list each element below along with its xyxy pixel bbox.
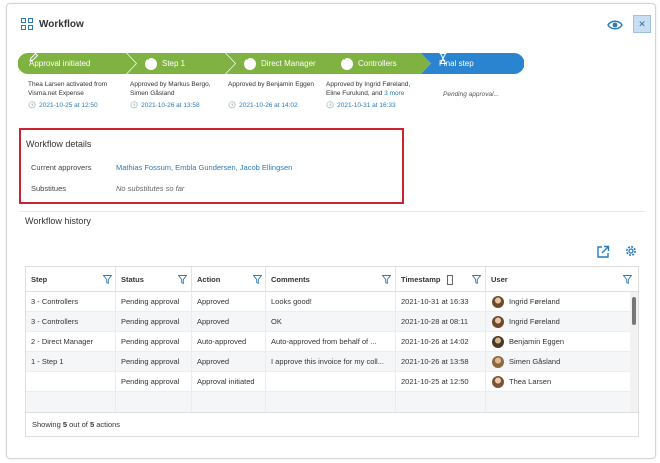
grid-footer: Showing 5 out of 5 actions — [25, 413, 639, 437]
step-label: Step 1 — [162, 59, 186, 68]
step-1[interactable]: Step 1 — [127, 53, 237, 74]
column-comments[interactable]: Comments — [266, 267, 396, 292]
filter-icon[interactable] — [103, 275, 112, 284]
eye-icon — [607, 20, 623, 30]
column-status[interactable]: Status — [116, 267, 192, 292]
user-link[interactable]: Ingrid Føreland — [504, 312, 630, 332]
workflow-stepper: Approval initiated Step 1 Direct Manager… — [18, 53, 524, 74]
table-row-empty — [26, 392, 630, 412]
grid-header: Step Status Action Comments Timestamp Us… — [26, 267, 638, 292]
hourglass-icon — [439, 53, 447, 64]
filter-icon[interactable] — [178, 275, 187, 284]
avatar — [492, 296, 504, 308]
step-info-2: Approved by Benjamin Eggen 🕓 2021-10-26 a… — [228, 81, 315, 109]
scrollbar-thumb[interactable] — [632, 297, 636, 325]
column-user[interactable]: User — [486, 267, 638, 292]
check-circle-icon — [244, 54, 256, 70]
clock-icon: 🕓 — [28, 102, 37, 109]
settings-button[interactable] — [624, 244, 638, 258]
workflow-icon — [21, 18, 33, 30]
current-approvers-value[interactable]: Mathias Fossum, Embla Gundersen, Jacob E… — [116, 163, 292, 172]
history-grid: Step Status Action Comments Timestamp Us… — [25, 266, 639, 413]
step-direct-manager[interactable]: Direct Manager — [226, 53, 336, 74]
step-info-1: Approved by Markus Bergo, Simen Gåsland … — [130, 81, 211, 109]
step-label: Controllers — [358, 59, 397, 68]
step-info-4: Pending approval... — [443, 91, 500, 98]
column-timestamp[interactable]: Timestamp — [396, 267, 486, 292]
close-icon: ✕ — [638, 18, 646, 29]
filter-icon[interactable] — [253, 275, 262, 284]
details-heading: Workflow details — [26, 139, 92, 149]
avatar — [492, 376, 504, 388]
clock-icon: 🕓 — [326, 102, 335, 109]
clock-icon: 🕓 — [130, 102, 139, 109]
step-label: Approval initiated — [29, 59, 91, 68]
check-circle-icon — [145, 54, 157, 70]
table-row[interactable]: 1 - Step 1 Pending approval Approved I a… — [26, 352, 630, 372]
step-label: Direct Manager — [261, 59, 316, 68]
user-link[interactable]: Benjamin Eggen — [504, 332, 630, 352]
sort-icon[interactable] — [447, 275, 453, 285]
more-approvers-link[interactable]: 3 more — [384, 90, 404, 97]
history-heading: Workflow history — [25, 216, 91, 226]
avatar — [492, 356, 504, 368]
table-row[interactable]: 3 - Controllers Pending approval Approve… — [26, 312, 630, 332]
table-row[interactable]: 3 - Controllers Pending approval Approve… — [26, 292, 630, 312]
table-row[interactable]: 2 - Direct Manager Pending approval Auto… — [26, 332, 630, 352]
view-button[interactable] — [605, 15, 625, 35]
gear-icon — [626, 246, 636, 256]
column-action[interactable]: Action — [192, 267, 266, 292]
clock-icon: 🕓 — [228, 102, 237, 109]
external-link-icon — [597, 245, 610, 258]
user-link[interactable]: Simen Gåsland — [504, 352, 630, 372]
dialog-title: Workflow — [39, 18, 84, 30]
avatar — [492, 316, 504, 328]
column-step[interactable]: Step — [26, 267, 116, 292]
pencil-icon — [29, 53, 38, 62]
filter-icon[interactable] — [472, 275, 481, 284]
step-final[interactable]: Final step — [421, 53, 524, 74]
step-info-0: Thea Larsen activated from Visma.net Exp… — [28, 81, 108, 109]
step-controllers[interactable]: Controllers — [323, 53, 433, 74]
avatar — [492, 336, 504, 348]
step-approval-initiated[interactable]: Approval initiated — [18, 53, 138, 74]
check-circle-icon — [341, 54, 353, 70]
divider — [20, 211, 645, 212]
open-external-button[interactable] — [596, 245, 610, 259]
table-row[interactable]: Pending approval Approval initiated 2021… — [26, 372, 630, 392]
user-link[interactable]: Thea Larsen — [504, 372, 630, 392]
workflow-details-panel: Workflow details Current approvers Mathi… — [19, 128, 404, 204]
dialog-header: Workflow — [21, 18, 84, 30]
filter-icon[interactable] — [382, 275, 391, 284]
step-info-3: Approved by Ingrid Føreland, Eline Furul… — [326, 81, 411, 109]
user-link[interactable]: Ingrid Føreland — [504, 292, 630, 312]
filter-icon[interactable] — [623, 275, 632, 284]
close-button[interactable]: ✕ — [633, 15, 651, 33]
